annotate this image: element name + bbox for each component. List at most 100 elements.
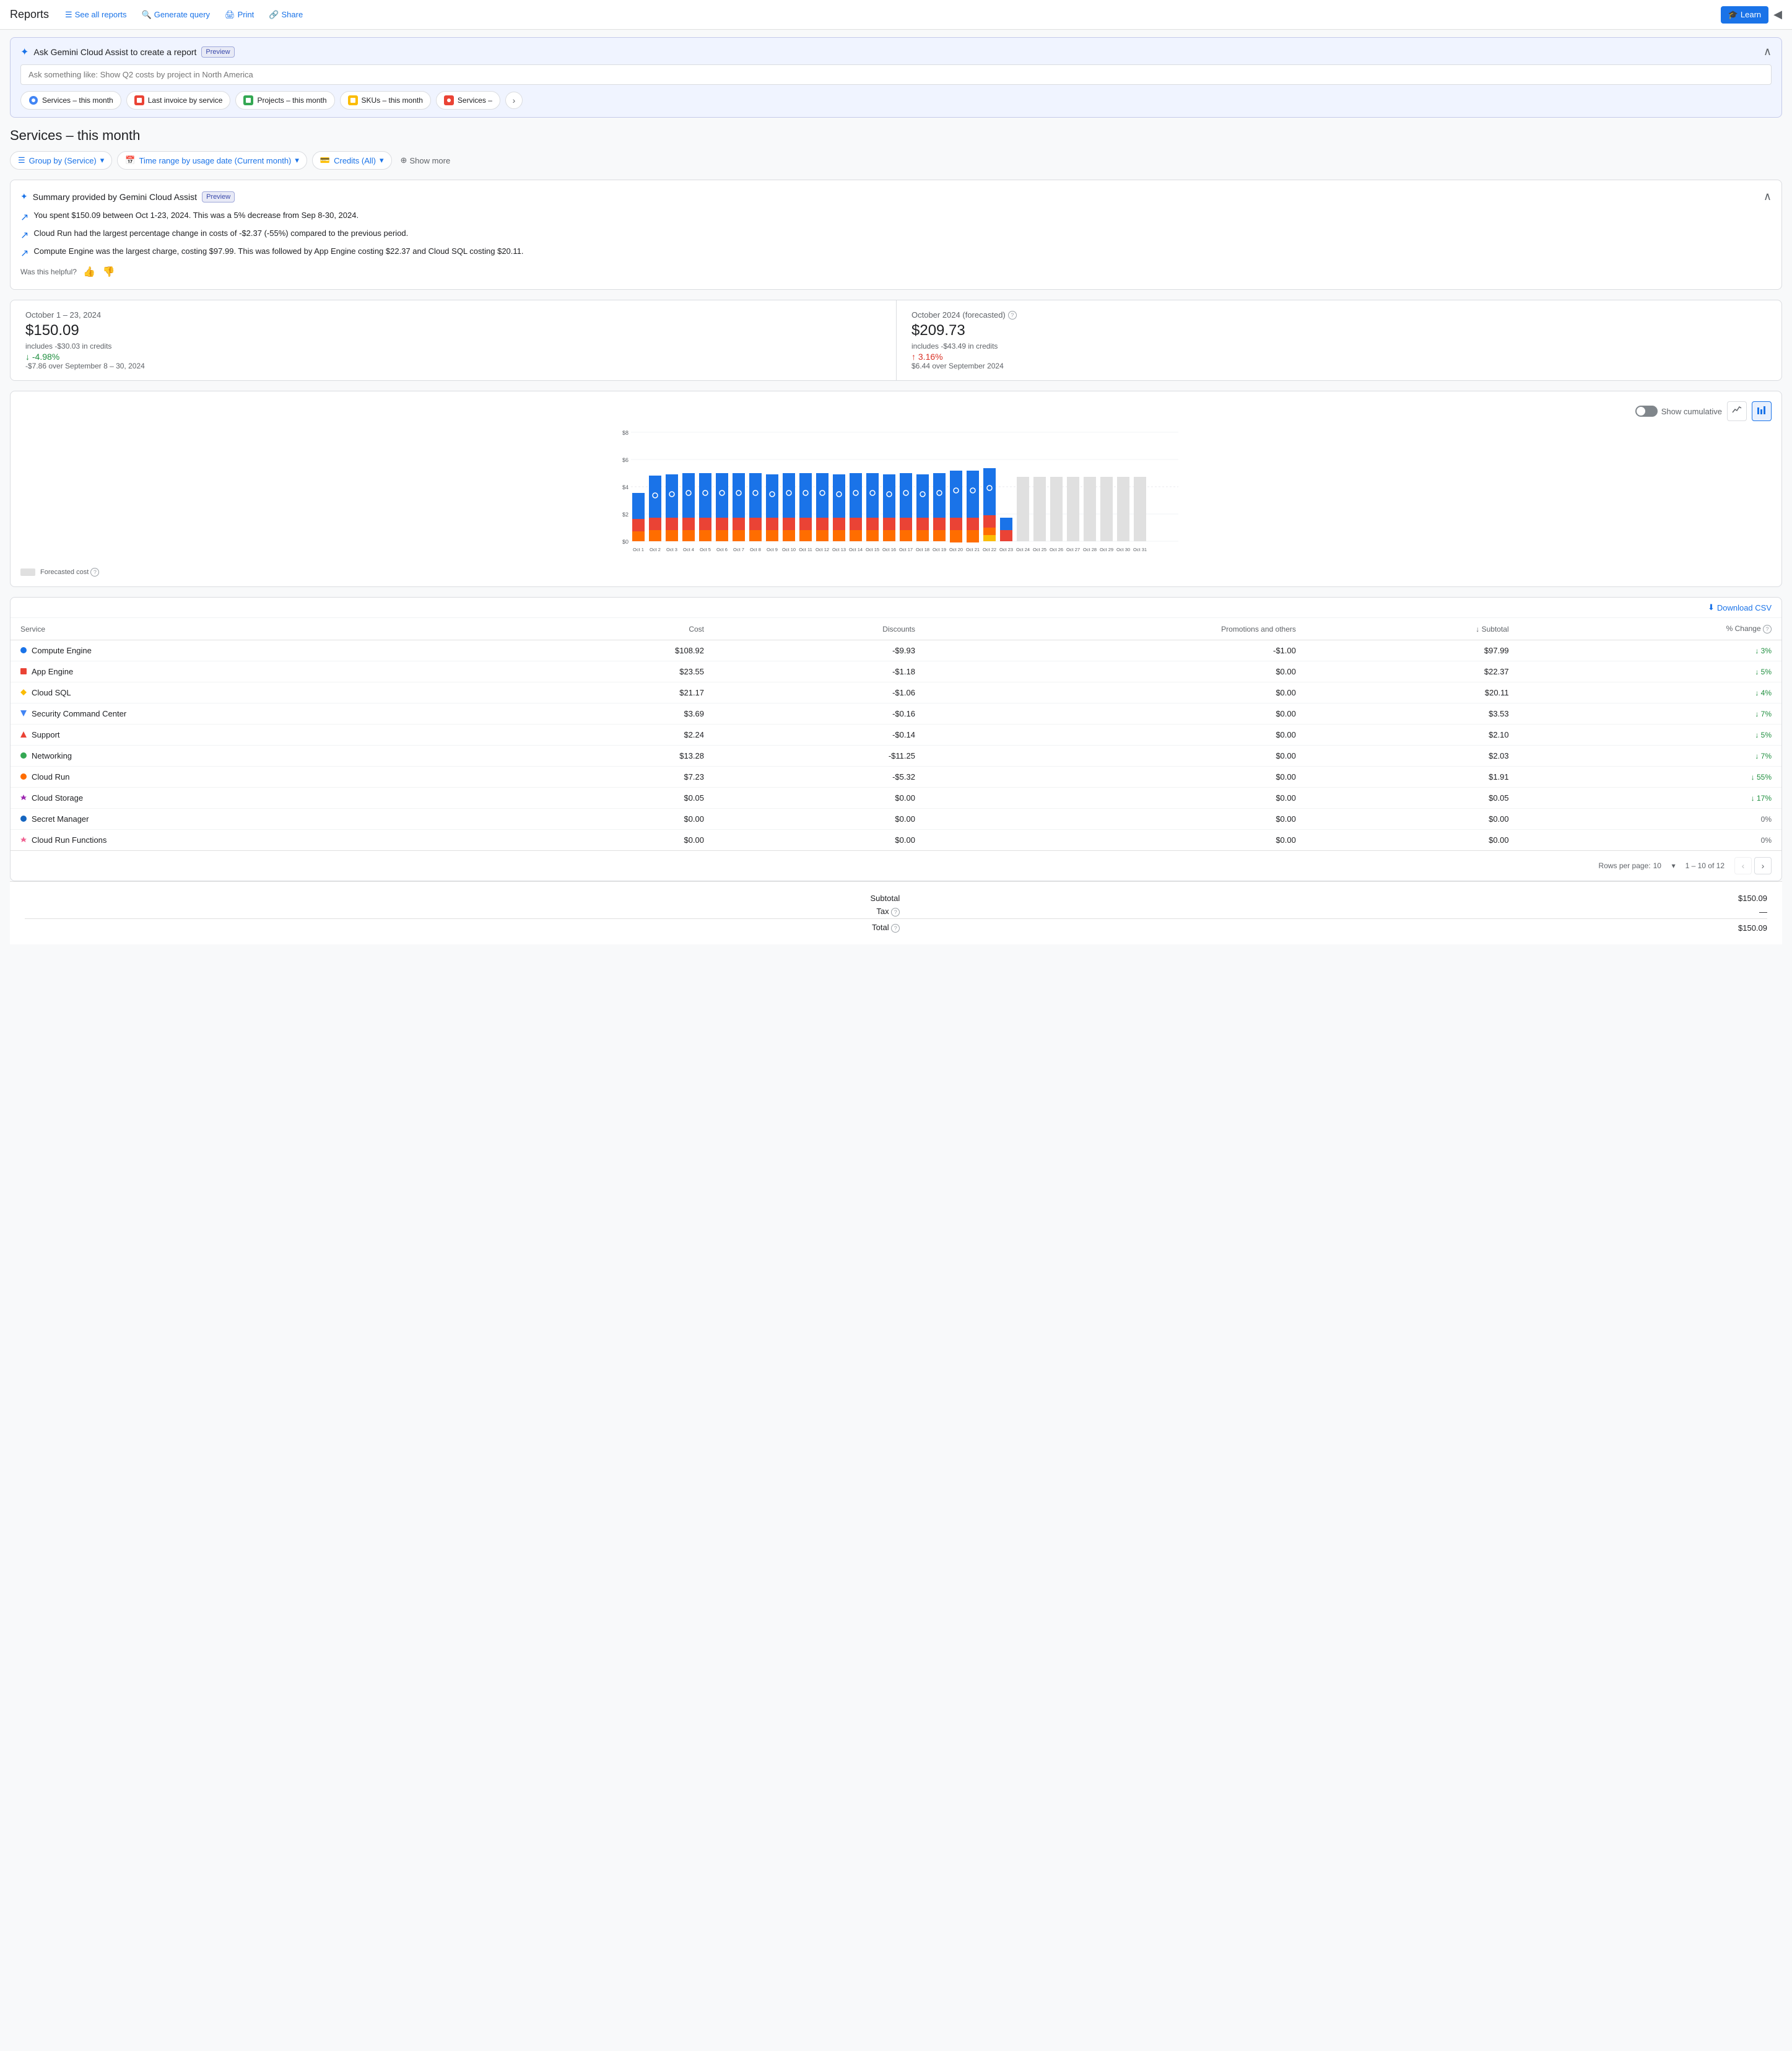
cell-promos: $0.00: [925, 788, 1306, 809]
cell-cost: $23.55: [517, 661, 714, 682]
forecasted-metric-block: October 2024 (forecasted) ? $209.73 incl…: [896, 300, 1781, 380]
totals-section: Subtotal $150.09 Tax ? — Total ? $150.09: [10, 881, 1782, 944]
line-chart-icon: [1732, 405, 1742, 418]
cell-subtotal: $2.03: [1306, 746, 1519, 767]
group-by-filter[interactable]: ☰ Group by (Service) ▾: [10, 151, 112, 170]
col-subtotal: ↓ Subtotal: [1306, 618, 1519, 640]
chips-next-button[interactable]: ›: [505, 92, 523, 109]
svg-text:$6: $6: [622, 457, 629, 463]
svg-text:$0: $0: [622, 539, 629, 545]
chevron-down-icon: ▾: [295, 155, 299, 165]
svg-text:Oct 24: Oct 24: [1016, 547, 1030, 552]
search-icon: 🔍: [142, 10, 152, 20]
total-row: Total ? $150.09: [25, 919, 1767, 935]
gemini-bar-title: ✦ Ask Gemini Cloud Assist to create a re…: [20, 46, 235, 58]
svg-text:Oct 25: Oct 25: [1033, 547, 1046, 552]
learn-button[interactable]: 🎓 Learn: [1721, 6, 1768, 24]
chip-skus-month[interactable]: SKUs – this month: [340, 91, 431, 110]
cell-subtotal: $22.37: [1306, 661, 1519, 682]
summary-item-2: ↗ Cloud Run had the largest percentage c…: [20, 229, 1772, 242]
line-chart-button[interactable]: [1727, 401, 1747, 421]
svg-text:$8: $8: [622, 430, 629, 436]
tax-row: Tax ? —: [25, 905, 1767, 919]
generate-query-button[interactable]: 🔍 Generate query: [136, 6, 217, 24]
summary-item-3: ↗ Compute Engine was the largest charge,…: [20, 246, 1772, 259]
prev-page-button[interactable]: ‹: [1734, 857, 1752, 874]
trend-icon-3: ↗: [20, 247, 28, 259]
metrics-row: October 1 – 23, 2024 $150.09 includes -$…: [10, 300, 1782, 381]
svg-text:Oct 11: Oct 11: [799, 547, 812, 552]
thumbs-down-button[interactable]: 👎: [102, 264, 116, 279]
next-page-button[interactable]: ›: [1754, 857, 1772, 874]
bar-chart-button[interactable]: [1752, 401, 1772, 421]
svg-text:Oct 14: Oct 14: [849, 547, 863, 552]
service-icon: [20, 751, 27, 760]
gemini-bar-header: ✦ Ask Gemini Cloud Assist to create a re…: [20, 45, 1772, 58]
col-discounts: Discounts: [714, 618, 925, 640]
learn-icon: 🎓: [1728, 10, 1738, 20]
table-actions: ⬇ Download CSV: [11, 598, 1781, 618]
forecasted-info-icon[interactable]: ?: [1008, 311, 1017, 320]
svg-text:Oct 5: Oct 5: [700, 547, 711, 552]
total-info-icon[interactable]: ?: [891, 924, 900, 933]
credits-filter[interactable]: 💳 Credits (All) ▾: [312, 151, 392, 170]
bar-chart: $8 $6 $4 $2 $0: [20, 426, 1772, 564]
cell-service: Cloud Run: [11, 767, 517, 788]
time-range-filter[interactable]: 📅 Time range by usage date (Current mont…: [117, 151, 307, 170]
chip-services-month[interactable]: Services – this month: [20, 91, 121, 110]
gemini-search-input[interactable]: [20, 64, 1772, 85]
forecasted-legend-box: [20, 568, 35, 576]
cell-cost: $0.00: [517, 809, 714, 830]
svg-text:Oct 8: Oct 8: [750, 547, 761, 552]
print-button[interactable]: 🖨 Print: [219, 6, 260, 24]
cell-cost: $13.28: [517, 746, 714, 767]
cell-pct-change: ↓ 7%: [1519, 703, 1781, 725]
page-range-label: 1 – 10 of 12: [1685, 861, 1725, 870]
gemini-collapse-button[interactable]: ∧: [1764, 45, 1772, 58]
services-table: Service Cost Discounts Promotions and ot…: [11, 618, 1781, 850]
cell-pct-change: ↓ 17%: [1519, 788, 1781, 809]
chip-projects-month[interactable]: Projects – this month: [235, 91, 334, 110]
tax-info-icon[interactable]: ?: [891, 908, 900, 917]
service-icon: [20, 646, 27, 655]
table-row: Secret Manager $0.00 $0.00 $0.00 $0.00 0…: [11, 809, 1781, 830]
toggle-thumb: [1637, 407, 1645, 416]
svg-text:Oct 23: Oct 23: [999, 547, 1013, 552]
rows-per-page-select[interactable]: 10 25 50: [1653, 861, 1669, 870]
forecasted-info-icon-chart[interactable]: ?: [90, 568, 99, 577]
svg-text:Oct 28: Oct 28: [1083, 547, 1097, 552]
col-pct-change: % Change ?: [1519, 618, 1781, 640]
chip-last-invoice[interactable]: Last invoice by service: [126, 91, 231, 110]
toggle-track[interactable]: [1635, 406, 1658, 417]
col-cost: Cost: [517, 618, 714, 640]
current-value: $150.09: [25, 322, 881, 339]
svg-text:Oct 29: Oct 29: [1100, 547, 1113, 552]
pct-change-info-icon[interactable]: ?: [1763, 625, 1772, 634]
collapse-sidebar-button[interactable]: ◀: [1773, 8, 1782, 21]
calendar-icon: 📅: [125, 155, 135, 165]
show-more-button[interactable]: ⊕ Show more: [397, 152, 455, 169]
current-change: ↓ -4.98%: [25, 352, 881, 362]
cell-promos: -$1.00: [925, 640, 1306, 661]
cell-service: Compute Engine: [11, 640, 517, 661]
expand-icon: ⊕: [401, 155, 407, 165]
cell-cost: $108.92: [517, 640, 714, 661]
download-csv-button[interactable]: ⬇ Download CSV: [1708, 603, 1772, 612]
chip-services-2[interactable]: Services –: [436, 91, 500, 110]
service-icon: [20, 730, 27, 739]
thumbs-up-button[interactable]: 👍: [82, 264, 97, 279]
cumulative-toggle: Show cumulative: [1635, 406, 1722, 417]
pagination-row: Rows per page: 10 25 50 ▾ 1 – 10 of 12 ‹…: [11, 850, 1781, 881]
current-change-sub: -$7.86 over September 8 – 30, 2024: [25, 362, 881, 370]
main-content: ✦ Ask Gemini Cloud Assist to create a re…: [0, 37, 1792, 954]
table-row: App Engine $23.55 -$1.18 $0.00 $22.37 ↓ …: [11, 661, 1781, 682]
see-all-reports-button[interactable]: ☰ See all reports: [59, 6, 133, 24]
svg-text:Oct 6: Oct 6: [716, 547, 728, 552]
summary-collapse-button[interactable]: ∧: [1764, 190, 1772, 203]
cell-promos: $0.00: [925, 809, 1306, 830]
svg-text:Oct 20: Oct 20: [949, 547, 963, 552]
table-row: Cloud Run Functions $0.00 $0.00 $0.00 $0…: [11, 830, 1781, 851]
subtotal-value: $150.09: [900, 892, 1767, 905]
table-row: Cloud Storage $0.05 $0.00 $0.00 $0.05 ↓ …: [11, 788, 1781, 809]
share-button[interactable]: 🔗 Share: [263, 6, 309, 24]
